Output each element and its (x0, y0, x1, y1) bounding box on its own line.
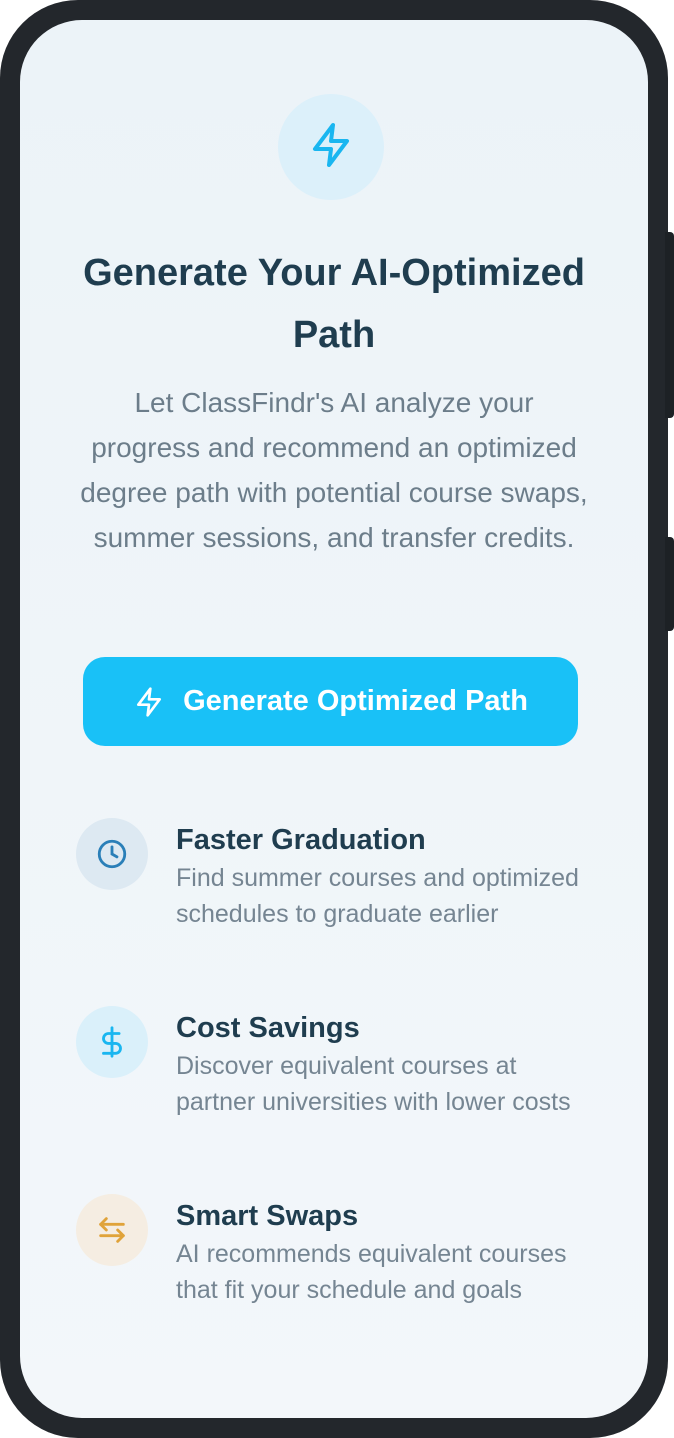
feature-title: Smart Swaps (176, 1200, 359, 1232)
feature-cost-savings: Cost Savings Discover equivalent courses… (76, 1006, 596, 1120)
feature-description: Find summer courses and optimized schedu… (176, 864, 579, 928)
generate-optimized-path-button[interactable]: Generate Optimized Path (83, 657, 578, 746)
lightning-bolt-icon (307, 121, 355, 174)
button-label: Generate Optimized Path (183, 685, 528, 717)
feature-smart-swaps: Smart Swaps AI recommends equivalent cou… (76, 1194, 596, 1308)
feature-faster-graduation: Faster Graduation Find summer courses an… (76, 818, 596, 932)
power-button (665, 537, 674, 631)
feature-description: AI recommends equivalent courses that fi… (176, 1240, 567, 1304)
screen: Generate Your AI-Optimized Path Let Clas… (20, 20, 648, 1418)
volume-button (665, 232, 674, 418)
page-description: Let ClassFindr's AI analyze your progres… (80, 387, 588, 553)
clock-icon (76, 818, 148, 890)
lightning-bolt-icon (133, 686, 165, 718)
swap-arrows-icon (76, 1194, 148, 1266)
hero-icon-badge (278, 94, 384, 200)
page-title: Generate Your AI-Optimized Path (83, 252, 585, 356)
feature-title: Cost Savings (176, 1012, 360, 1044)
feature-description: Discover equivalent courses at partner u… (176, 1052, 571, 1116)
feature-title: Faster Graduation (176, 824, 426, 856)
dollar-icon (76, 1006, 148, 1078)
